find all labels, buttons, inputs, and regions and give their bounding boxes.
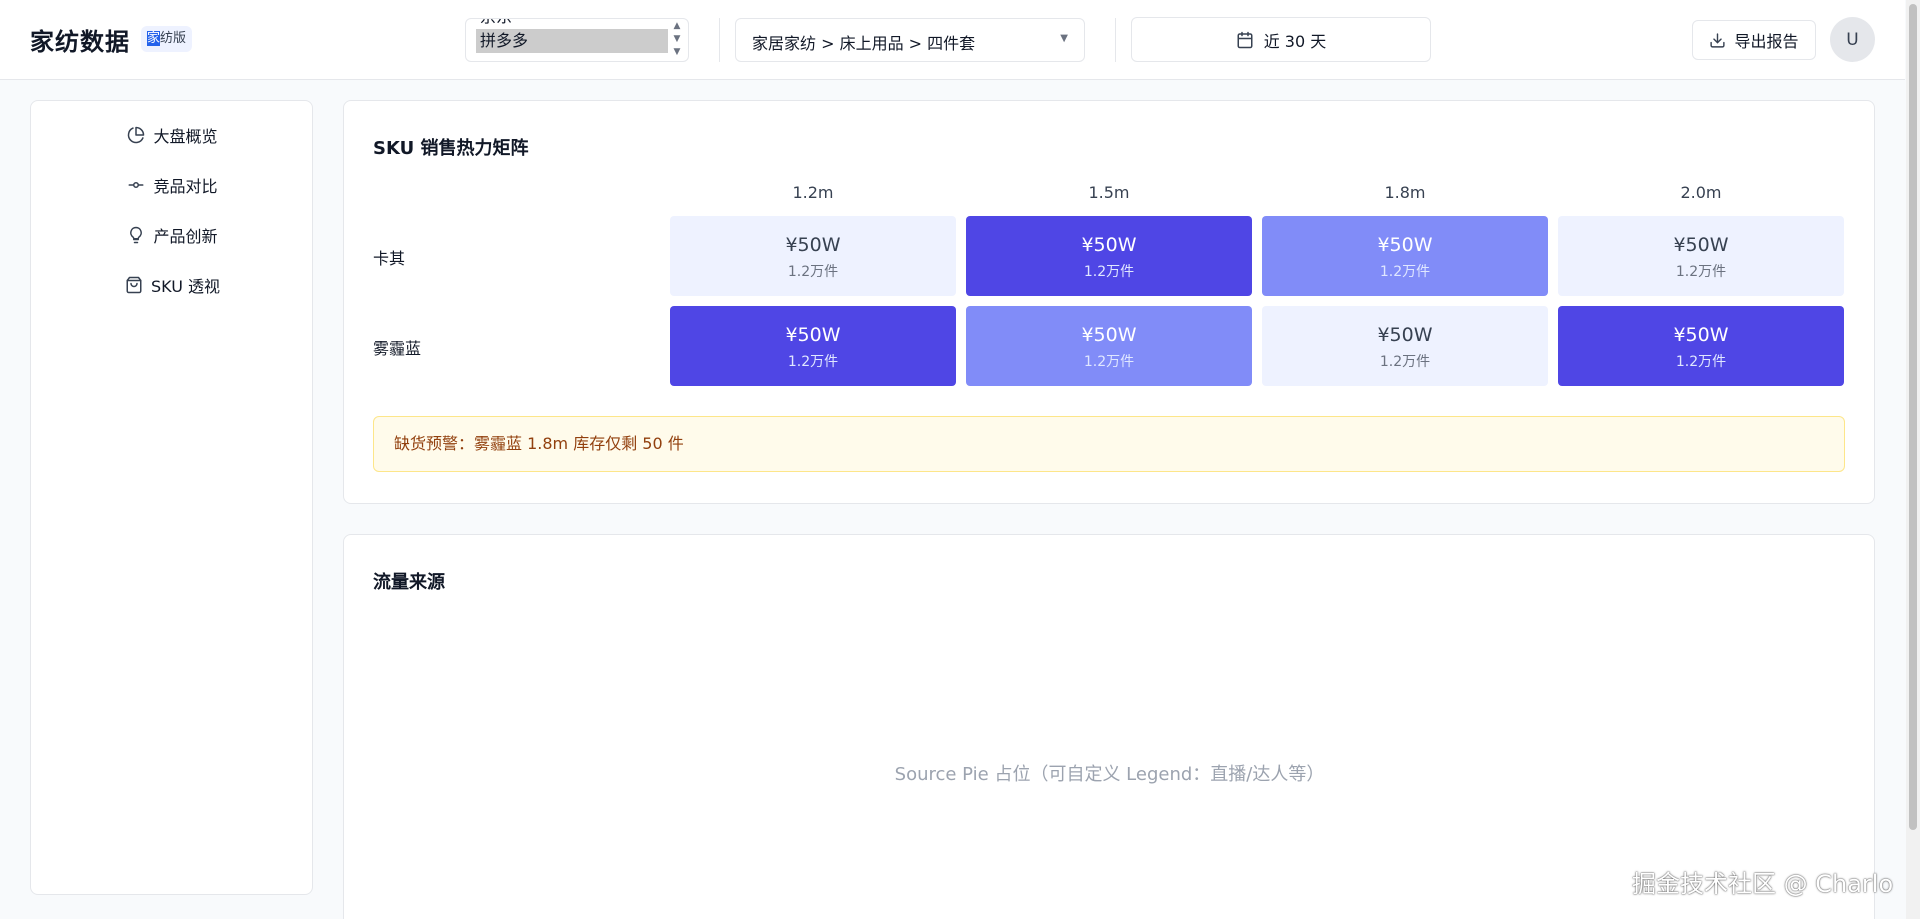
cell-amount: ¥50W	[1673, 324, 1729, 346]
heatmap-cell[interactable]: ¥50W 1.2万件	[1558, 306, 1844, 386]
source-pie-placeholder: Source Pie 占位（可自定义 Legend：直播/达人等）	[894, 764, 1325, 785]
date-range-picker[interactable]: 近 30 天	[1131, 17, 1431, 62]
column-header: 2.0m	[1680, 183, 1722, 202]
sidebar-item-label: 产品创新	[153, 227, 218, 246]
column-header: 1.2m	[792, 183, 834, 202]
platform-option-prev[interactable]: 京东	[476, 19, 668, 29]
heatmap-cell[interactable]: ¥50W 1.2万件	[966, 306, 1252, 386]
cell-volume: 1.2万件	[1675, 354, 1727, 370]
heatmap-cell[interactable]: ¥50W 1.2万件	[670, 306, 956, 386]
calendar-icon	[1237, 31, 1253, 48]
chevron-down-icon: ▼	[1060, 33, 1068, 44]
row-label: 卡其	[373, 249, 406, 268]
heatmap-cell[interactable]: ¥50W 1.2万件	[1262, 306, 1548, 386]
heatmap-cell[interactable]: ¥50W 1.2万件	[1558, 216, 1844, 296]
user-avatar[interactable]: U	[1830, 17, 1875, 62]
cell-amount: ¥50W	[785, 324, 841, 346]
platform-options: 京东 拼多多	[476, 19, 668, 53]
edition-badge: 家纺版	[141, 26, 193, 52]
edition-badge-selected-text: 家	[147, 31, 161, 46]
download-icon	[1710, 32, 1726, 48]
pie-chart-icon	[128, 126, 145, 144]
divider	[1115, 18, 1116, 62]
traffic-title: 流量来源	[373, 572, 445, 593]
export-report-button[interactable]: 导出报告	[1692, 20, 1816, 60]
date-range-label: 近 30 天	[1263, 31, 1327, 51]
divider	[719, 18, 720, 62]
sidebar-item-competitor[interactable]: 竞品对比	[31, 165, 314, 205]
sidebar-item-innovation[interactable]: 产品创新	[31, 215, 314, 255]
cell-volume: 1.2万件	[1379, 354, 1431, 370]
watermark: 掘金技术社区 @ Charlo	[1632, 870, 1894, 898]
cell-amount: ¥50W	[1081, 324, 1137, 346]
cell-volume: 1.2万件	[787, 354, 839, 370]
cell-volume: 1.2万件	[1675, 264, 1727, 280]
category-select[interactable]: 家居家纺 > 床上用品 > 四件套 ▼	[735, 18, 1085, 62]
cell-amount: ¥50W	[1673, 234, 1729, 256]
heatmap-cell[interactable]: ¥50W 1.2万件	[966, 216, 1252, 296]
column-header: 1.8m	[1384, 183, 1426, 202]
sidebar-item-overview[interactable]: 大盘概览	[31, 115, 314, 155]
cell-volume: 1.2万件	[1083, 264, 1135, 280]
row-label: 雾霾蓝	[373, 339, 422, 358]
stockout-alert: 缺货预警：雾霾蓝 1.8m 库存仅剩 50 件	[373, 416, 1845, 472]
heatmap-cell[interactable]: ¥50W 1.2万件	[1262, 216, 1548, 296]
scrollbar-thumb[interactable]	[1909, 4, 1917, 830]
top-header: 家纺数据 家纺版 京东 拼多多 ▲▼▼ 家居家纺 > 床上用品 > 四件套 ▼ …	[0, 0, 1905, 80]
sidebar-item-label: SKU 透视	[150, 277, 221, 296]
listbox-spinner-icon[interactable]: ▲ ▼ ▼	[670, 20, 684, 60]
sidebar-item-label: 大盘概览	[153, 127, 218, 146]
sidebar: 大盘概览 竞品对比 产品创新 SKU 透视	[30, 100, 313, 895]
traffic-source-card	[343, 534, 1875, 919]
cell-amount: ¥50W	[785, 234, 841, 256]
cell-volume: 1.2万件	[787, 264, 839, 280]
heatmap-cell[interactable]: ¥50W 1.2万件	[670, 216, 956, 296]
commit-icon	[128, 182, 144, 188]
cell-volume: 1.2万件	[1379, 264, 1431, 280]
heatmap-title: SKU 销售热力矩阵	[373, 138, 529, 159]
brand-title: 家纺数据	[30, 28, 130, 56]
lightbulb-icon	[130, 226, 143, 244]
edition-badge-text: 纺版	[160, 31, 187, 46]
cell-amount: ¥50W	[1377, 324, 1433, 346]
platform-select[interactable]: 京东 拼多多 ▲▼▼	[465, 18, 689, 62]
sidebar-item-label: 竞品对比	[153, 177, 218, 196]
cell-amount: ¥50W	[1377, 234, 1433, 256]
export-report-label: 导出报告	[1734, 32, 1799, 51]
sidebar-item-sku[interactable]: SKU 透视	[31, 265, 314, 305]
cell-amount: ¥50W	[1081, 234, 1137, 256]
category-path: 家居家纺 > 床上用品 > 四件套	[752, 34, 976, 53]
column-header: 1.5m	[1088, 183, 1130, 202]
cell-volume: 1.2万件	[1083, 354, 1135, 370]
shopping-bag-icon	[126, 276, 142, 294]
platform-option-selected[interactable]: 拼多多	[476, 29, 668, 53]
page-scrollbar[interactable]	[1906, 0, 1920, 919]
